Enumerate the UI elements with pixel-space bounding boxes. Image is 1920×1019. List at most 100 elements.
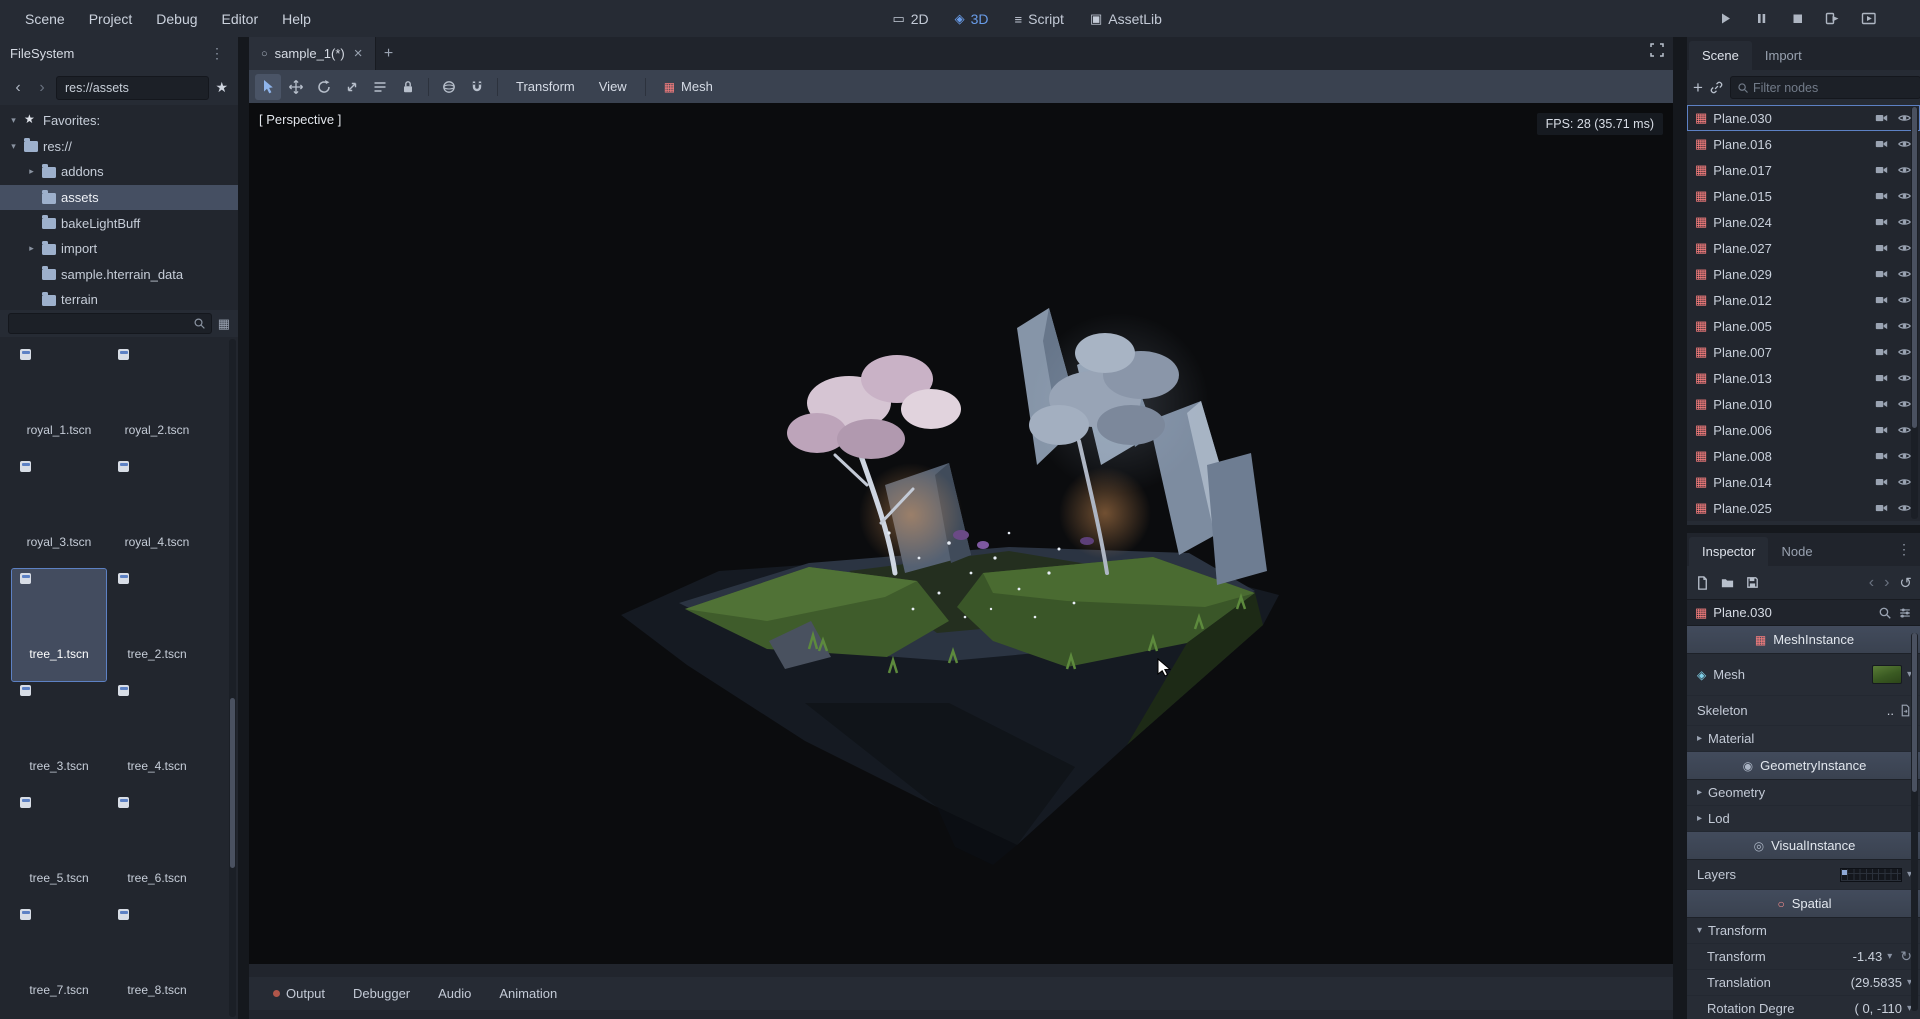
file-item[interactable]: tree_1.tscn: [11, 568, 107, 682]
scene-node-row[interactable]: ▦ Plane.013: [1687, 365, 1920, 391]
3d-viewport[interactable]: [ Perspective ] FPS: 28 (35.71 ms): [249, 103, 1673, 964]
visibility-eye-icon[interactable]: [1897, 215, 1912, 229]
file-item[interactable]: tree_7.tscn: [12, 905, 106, 1017]
scene-node-row[interactable]: ▦ Plane.024: [1687, 209, 1920, 235]
scene-node-row[interactable]: ▦ Plane.010: [1687, 391, 1920, 417]
tree-item[interactable]: import: [0, 236, 238, 262]
scene-node-row[interactable]: ▦ Plane.005: [1687, 313, 1920, 339]
instance-scene-button[interactable]: [1709, 77, 1724, 99]
menu-item[interactable]: Editor: [211, 7, 270, 31]
visibility-eye-icon[interactable]: [1897, 423, 1912, 437]
workspace-tab[interactable]: 2D: [882, 6, 938, 31]
video-camera-icon[interactable]: [1874, 215, 1889, 229]
dock-tab[interactable]: Node: [1768, 537, 1825, 566]
video-camera-icon[interactable]: [1874, 423, 1889, 437]
dock-tab[interactable]: Scene: [1689, 41, 1752, 70]
menu-item[interactable]: Help: [271, 7, 322, 31]
rotate-tool-button[interactable]: [311, 74, 337, 100]
transform-value[interactable]: -1.43: [1853, 949, 1883, 964]
scene-list-scrollbar[interactable]: [1911, 107, 1918, 519]
workspace-tab[interactable]: Script: [1005, 7, 1074, 31]
video-camera-icon[interactable]: [1874, 267, 1889, 281]
file-item[interactable]: royal_4.tscn: [110, 457, 204, 569]
bottom-panel-tab[interactable]: Audio: [428, 982, 481, 1005]
property-tools-icon[interactable]: [1898, 606, 1912, 620]
section-geometry[interactable]: ▸ Geometry: [1687, 780, 1920, 806]
video-camera-icon[interactable]: [1874, 319, 1889, 333]
load-resource-button[interactable]: [1720, 575, 1735, 590]
visibility-eye-icon[interactable]: [1897, 293, 1912, 307]
history-back-icon[interactable]: ‹: [1869, 574, 1874, 590]
filter-nodes-input[interactable]: [1752, 80, 1914, 95]
play-button[interactable]: [1714, 8, 1736, 30]
scene-node-row[interactable]: ▦ Plane.008: [1687, 443, 1920, 469]
file-item[interactable]: tree_6.tscn: [110, 793, 204, 905]
workspace-tab[interactable]: AssetLib: [1080, 6, 1172, 31]
file-item[interactable]: tree_8.tscn: [110, 905, 204, 1017]
visibility-eye-icon[interactable]: [1897, 163, 1912, 177]
tree-item[interactable]: Favorites:: [0, 108, 238, 134]
pause-button[interactable]: [1750, 8, 1772, 30]
expand-arrow-icon[interactable]: [8, 115, 19, 126]
back-button[interactable]: ‹: [8, 77, 28, 99]
visibility-eye-icon[interactable]: [1897, 475, 1912, 489]
stop-button[interactable]: [1786, 8, 1808, 30]
tree-item[interactable]: bakeLightBuff: [0, 210, 238, 236]
menu-item[interactable]: Project: [78, 7, 144, 31]
property-layers[interactable]: Layers ▾: [1687, 860, 1920, 890]
dock-tab[interactable]: Import: [1752, 41, 1815, 70]
expand-arrow-icon[interactable]: [26, 166, 37, 177]
visibility-eye-icon[interactable]: [1897, 241, 1912, 255]
inspector-scrollbar[interactable]: [1911, 633, 1918, 1011]
file-item[interactable]: royal_1.tscn: [12, 345, 106, 457]
file-item[interactable]: royal_2.tscn: [110, 345, 204, 457]
translation-value[interactable]: (29.5835: [1851, 975, 1902, 990]
scene-node-row[interactable]: ▦ Plane.030: [1687, 105, 1920, 131]
category-visualinstance[interactable]: ◎ VisualInstance: [1687, 832, 1920, 860]
tree-item[interactable]: terrain: [0, 287, 238, 310]
property-skeleton[interactable]: Skeleton ..: [1687, 696, 1920, 726]
tree-item[interactable]: sample.hterrain_data: [0, 262, 238, 288]
scene-node-row[interactable]: ▦ Plane.025: [1687, 495, 1920, 521]
dock-splitter[interactable]: [1687, 525, 1920, 533]
visibility-eye-icon[interactable]: [1897, 501, 1912, 515]
play-custom-scene-button[interactable]: [1858, 8, 1880, 30]
dock-tab[interactable]: Inspector: [1689, 537, 1769, 566]
video-camera-icon[interactable]: [1874, 397, 1889, 411]
search-properties-icon[interactable]: [1878, 606, 1892, 620]
workspace-tab[interactable]: 3D: [945, 6, 999, 31]
visibility-eye-icon[interactable]: [1897, 371, 1912, 385]
save-resource-button[interactable]: [1745, 575, 1760, 590]
video-camera-icon[interactable]: [1874, 189, 1889, 203]
group-transform[interactable]: ▾ Transform: [1687, 918, 1920, 944]
visibility-eye-icon[interactable]: [1897, 397, 1912, 411]
visibility-eye-icon[interactable]: [1897, 267, 1912, 281]
section-lod[interactable]: ▸ Lod: [1687, 806, 1920, 832]
section-material[interactable]: ▸ Material: [1687, 726, 1920, 752]
file-item[interactable]: royal_3.tscn: [12, 457, 106, 569]
visibility-eye-icon[interactable]: [1897, 189, 1912, 203]
move-tool-button[interactable]: [283, 74, 309, 100]
bottom-panel-tab[interactable]: Debugger: [343, 982, 420, 1005]
new-scene-tab-button[interactable]: +: [376, 41, 402, 67]
breadcrumb[interactable]: res://assets: [56, 75, 210, 100]
property-rotation-degrees[interactable]: Rotation Degre ( 0, -110 ▾: [1687, 996, 1920, 1019]
video-camera-icon[interactable]: [1874, 345, 1889, 359]
video-camera-icon[interactable]: [1874, 293, 1889, 307]
menu-item[interactable]: Debug: [145, 7, 208, 31]
lock-button[interactable]: [395, 74, 421, 100]
property-mesh[interactable]: ◈ Mesh ▾: [1687, 654, 1920, 696]
video-camera-icon[interactable]: [1874, 501, 1889, 515]
distraction-free-icon[interactable]: [1649, 42, 1665, 58]
snap-button[interactable]: [464, 74, 490, 100]
dock-options-icon[interactable]: ⋮: [1893, 541, 1915, 558]
bottom-panel-tab[interactable]: Output: [263, 982, 335, 1005]
video-camera-icon[interactable]: [1874, 111, 1889, 125]
view-menu[interactable]: View: [588, 74, 638, 100]
visibility-eye-icon[interactable]: [1897, 111, 1912, 125]
dropdown-arrow-icon[interactable]: ▾: [1887, 951, 1892, 962]
scene-node-row[interactable]: ▦ Plane.017: [1687, 157, 1920, 183]
video-camera-icon[interactable]: [1874, 475, 1889, 489]
perspective-menu[interactable]: [ Perspective ]: [259, 112, 341, 127]
forward-button[interactable]: ›: [32, 77, 52, 99]
